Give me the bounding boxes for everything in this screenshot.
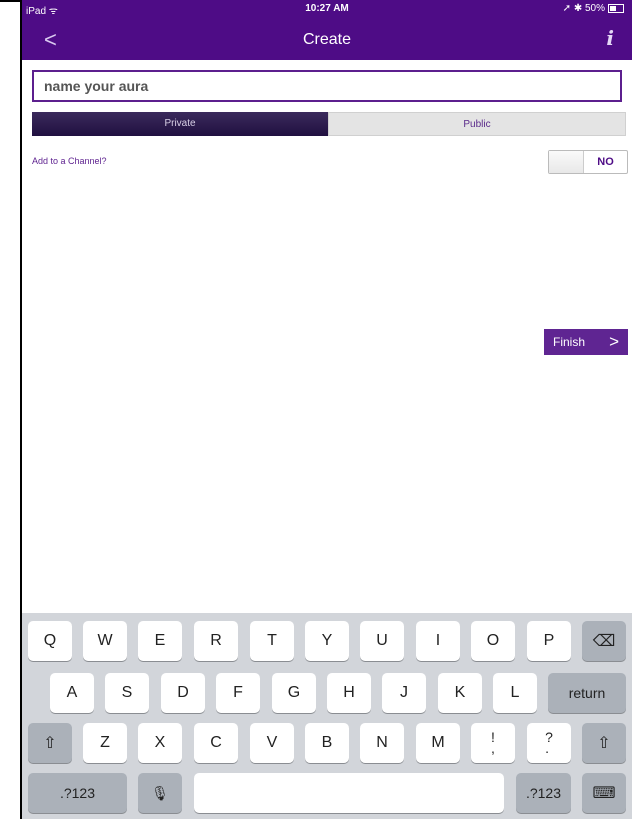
aura-name-input[interactable] <box>32 70 622 102</box>
key-question-period[interactable]: ? . <box>527 723 571 763</box>
hide-keyboard-icon[interactable]: ⌨ <box>582 773 626 813</box>
key-exclamation-comma[interactable]: ! , <box>471 723 515 763</box>
chevron-right-icon: > <box>609 332 619 351</box>
key-n[interactable]: N <box>360 723 404 763</box>
key-y[interactable]: Y <box>305 621 349 661</box>
key-x[interactable]: X <box>138 723 182 763</box>
key-c[interactable]: C <box>194 723 238 763</box>
key-t[interactable]: T <box>250 621 294 661</box>
numbers-key[interactable]: .?123 <box>28 773 127 813</box>
key-l[interactable]: L <box>493 673 537 713</box>
battery-icon <box>608 3 624 13</box>
toggle-knob[interactable] <box>549 151 584 173</box>
bluetooth-icon: ✱ <box>573 3 583 14</box>
key-j[interactable]: J <box>382 673 426 713</box>
location-icon: ➚ <box>562 3 572 14</box>
key-k[interactable]: K <box>438 673 482 713</box>
key-v[interactable]: V <box>250 723 294 763</box>
top-corner <box>0 0 22 6</box>
status-bar: iPad ᯤ 10:27 AM ➚ ✱ 50% <box>22 0 632 20</box>
key-e[interactable]: E <box>138 621 182 661</box>
key-u[interactable]: U <box>360 621 404 661</box>
onscreen-keyboard: Q W E R T Y U I O P ⌫ A S D F G H J K L … <box>22 613 632 819</box>
privacy-segmented-control: Private Public <box>32 112 626 136</box>
shift-right-icon[interactable]: ⇧ <box>582 723 626 763</box>
numbers-key-right[interactable]: .?123 <box>516 773 571 813</box>
info-icon[interactable]: i <box>606 26 614 50</box>
key-d[interactable]: D <box>161 673 205 713</box>
return-key[interactable]: return <box>548 673 626 713</box>
key-z[interactable]: Z <box>83 723 127 763</box>
status-indicators: ➚ ✱ 50% <box>563 3 624 14</box>
finish-button[interactable]: Finish > <box>544 329 628 355</box>
key-g[interactable]: G <box>272 673 316 713</box>
key-r[interactable]: R <box>194 621 238 661</box>
microphone-icon[interactable]: 🎙 <box>138 773 182 813</box>
key-w[interactable]: W <box>83 621 127 661</box>
toggle-value: NO <box>597 156 614 168</box>
key-b[interactable]: B <box>305 723 349 763</box>
key-a[interactable]: A <box>50 673 94 713</box>
key-s[interactable]: S <box>105 673 149 713</box>
finish-label: Finish <box>553 335 586 349</box>
key-h[interactable]: H <box>327 673 371 713</box>
clock: 10:27 AM <box>305 3 349 14</box>
key-p[interactable]: P <box>527 621 571 661</box>
public-option[interactable]: Public <box>328 112 626 136</box>
screen-frame: iPad ᯤ 10:27 AM ➚ ✱ 50% < Create i Priva… <box>0 0 632 819</box>
key-q[interactable]: Q <box>28 621 72 661</box>
key-o[interactable]: O <box>471 621 515 661</box>
navigation-bar: < Create i <box>22 20 632 60</box>
space-bar[interactable] <box>194 773 504 813</box>
add-to-channel-label: Add to a Channel? <box>32 156 107 166</box>
key-m[interactable]: M <box>416 723 460 763</box>
key-f[interactable]: F <box>216 673 260 713</box>
backspace-icon[interactable]: ⌫ <box>582 621 626 661</box>
shift-icon[interactable]: ⇧ <box>28 723 72 763</box>
left-margin <box>0 0 22 819</box>
key-i[interactable]: I <box>416 621 460 661</box>
page-title: Create <box>302 31 352 48</box>
app-window: iPad ᯤ 10:27 AM ➚ ✱ 50% < Create i Priva… <box>22 0 632 819</box>
channel-toggle[interactable]: NO <box>548 150 628 174</box>
battery-percent: 50% <box>584 3 605 14</box>
private-option[interactable]: Private <box>32 112 328 136</box>
